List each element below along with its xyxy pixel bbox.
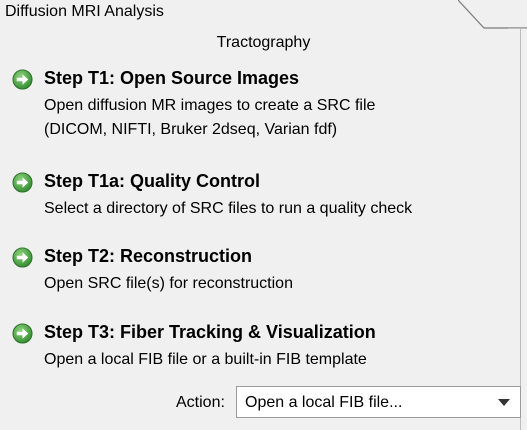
step-t1-description-line-2: (DICOM, NIFTI, Bruker 2dseq, Varian fdf) xyxy=(44,121,338,138)
step-t3-fiber-tracking[interactable]: Step T3: Fiber Tracking & Visualization … xyxy=(12,322,517,372)
arrow-right-circle-icon xyxy=(12,323,33,344)
tab-corner-decoration xyxy=(458,0,527,29)
group-frame-top xyxy=(508,28,527,29)
step-t2-title: Step T2: Reconstruction xyxy=(44,246,253,266)
group-title: Tractography xyxy=(216,34,311,51)
tab-title[interactable]: Diffusion MRI Analysis xyxy=(5,3,164,21)
action-dropdown[interactable]: Open a local FIB file... xyxy=(236,386,521,418)
action-dropdown-value: Open a local FIB file... xyxy=(245,394,403,411)
chevron-down-icon xyxy=(498,399,510,406)
tractography-panel: Diffusion MRI Analysis Tractography Step… xyxy=(0,0,527,430)
action-label: Action: xyxy=(176,394,225,411)
step-t1-description-line-1: Open diffusion MR images to create a SRC… xyxy=(44,97,376,114)
step-t1a-quality-control[interactable]: Step T1a: Quality Control Select a direc… xyxy=(12,171,517,221)
arrow-right-circle-icon xyxy=(12,69,33,90)
step-t2-reconstruction[interactable]: Step T2: Reconstruction Open SRC file(s)… xyxy=(12,246,517,296)
step-t1-open-source-images[interactable]: Step T1: Open Source Images Open diffusi… xyxy=(12,68,517,142)
step-t1a-title: Step T1a: Quality Control xyxy=(44,171,261,191)
step-t1a-description: Select a directory of SRC files to run a… xyxy=(44,200,413,217)
action-row: Action: Open a local FIB file... xyxy=(0,386,527,420)
arrow-right-circle-icon xyxy=(12,172,33,193)
arrow-right-circle-icon xyxy=(12,247,33,268)
step-t3-title: Step T3: Fiber Tracking & Visualization xyxy=(44,322,376,342)
step-t3-description: Open a local FIB file or a built-in FIB … xyxy=(44,351,367,368)
group-frame-right xyxy=(520,28,521,430)
step-t1-title: Step T1: Open Source Images xyxy=(44,68,300,88)
step-t2-description: Open SRC file(s) for reconstruction xyxy=(44,275,293,292)
